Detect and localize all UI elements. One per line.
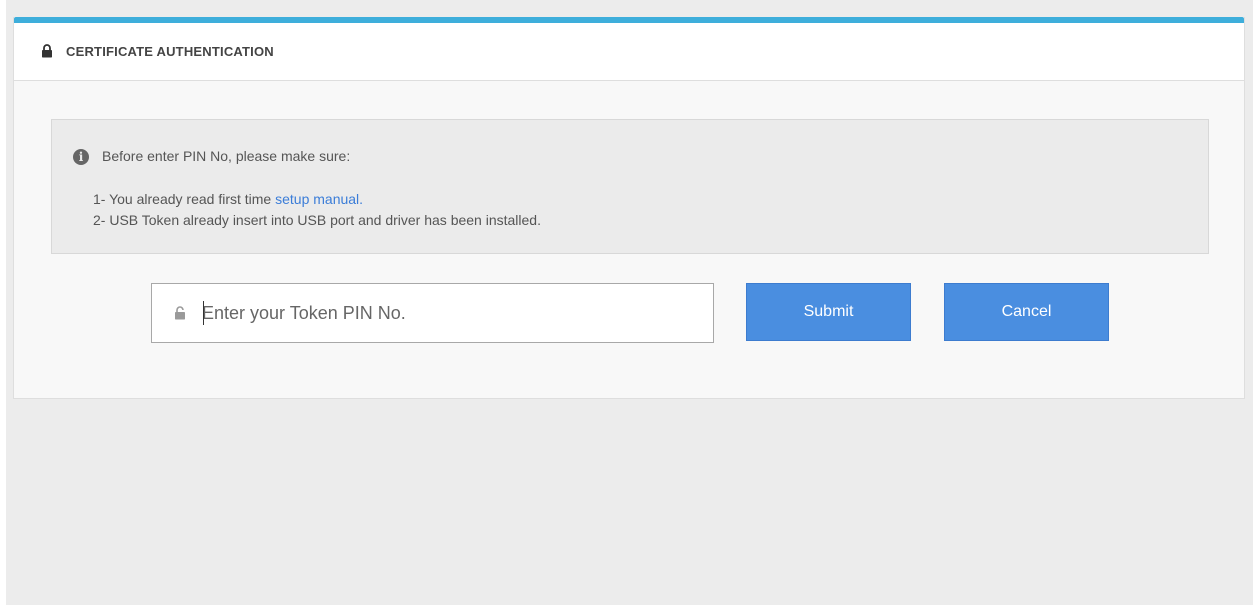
cancel-button[interactable]: Cancel	[944, 283, 1109, 341]
info-notice: i Before enter PIN No, please make sure:…	[51, 119, 1209, 254]
certificate-auth-panel: CERTIFICATE AUTHENTICATION i Before ente…	[13, 17, 1245, 399]
text-caret	[203, 301, 204, 325]
page-title: CERTIFICATE AUTHENTICATION	[66, 44, 274, 59]
setup-manual-link[interactable]: setup manual.	[275, 191, 363, 207]
notice-item-1-text: 1- You already read first time	[93, 191, 276, 207]
lock-icon	[42, 44, 52, 58]
pin-field[interactable]	[151, 283, 714, 343]
notice-item-usb-token: 2- USB Token already insert into USB por…	[93, 212, 541, 228]
token-pin-input[interactable]	[202, 298, 692, 328]
unlock-icon	[175, 306, 185, 320]
panel-header: CERTIFICATE AUTHENTICATION	[14, 23, 1244, 81]
page-background: CERTIFICATE AUTHENTICATION i Before ente…	[6, 0, 1253, 605]
info-icon: i	[73, 149, 89, 165]
notice-item-setup-manual: 1- You already read first time setup man…	[93, 191, 363, 207]
submit-button[interactable]: Submit	[746, 283, 911, 341]
notice-lead-text: Before enter PIN No, please make sure:	[102, 148, 351, 164]
